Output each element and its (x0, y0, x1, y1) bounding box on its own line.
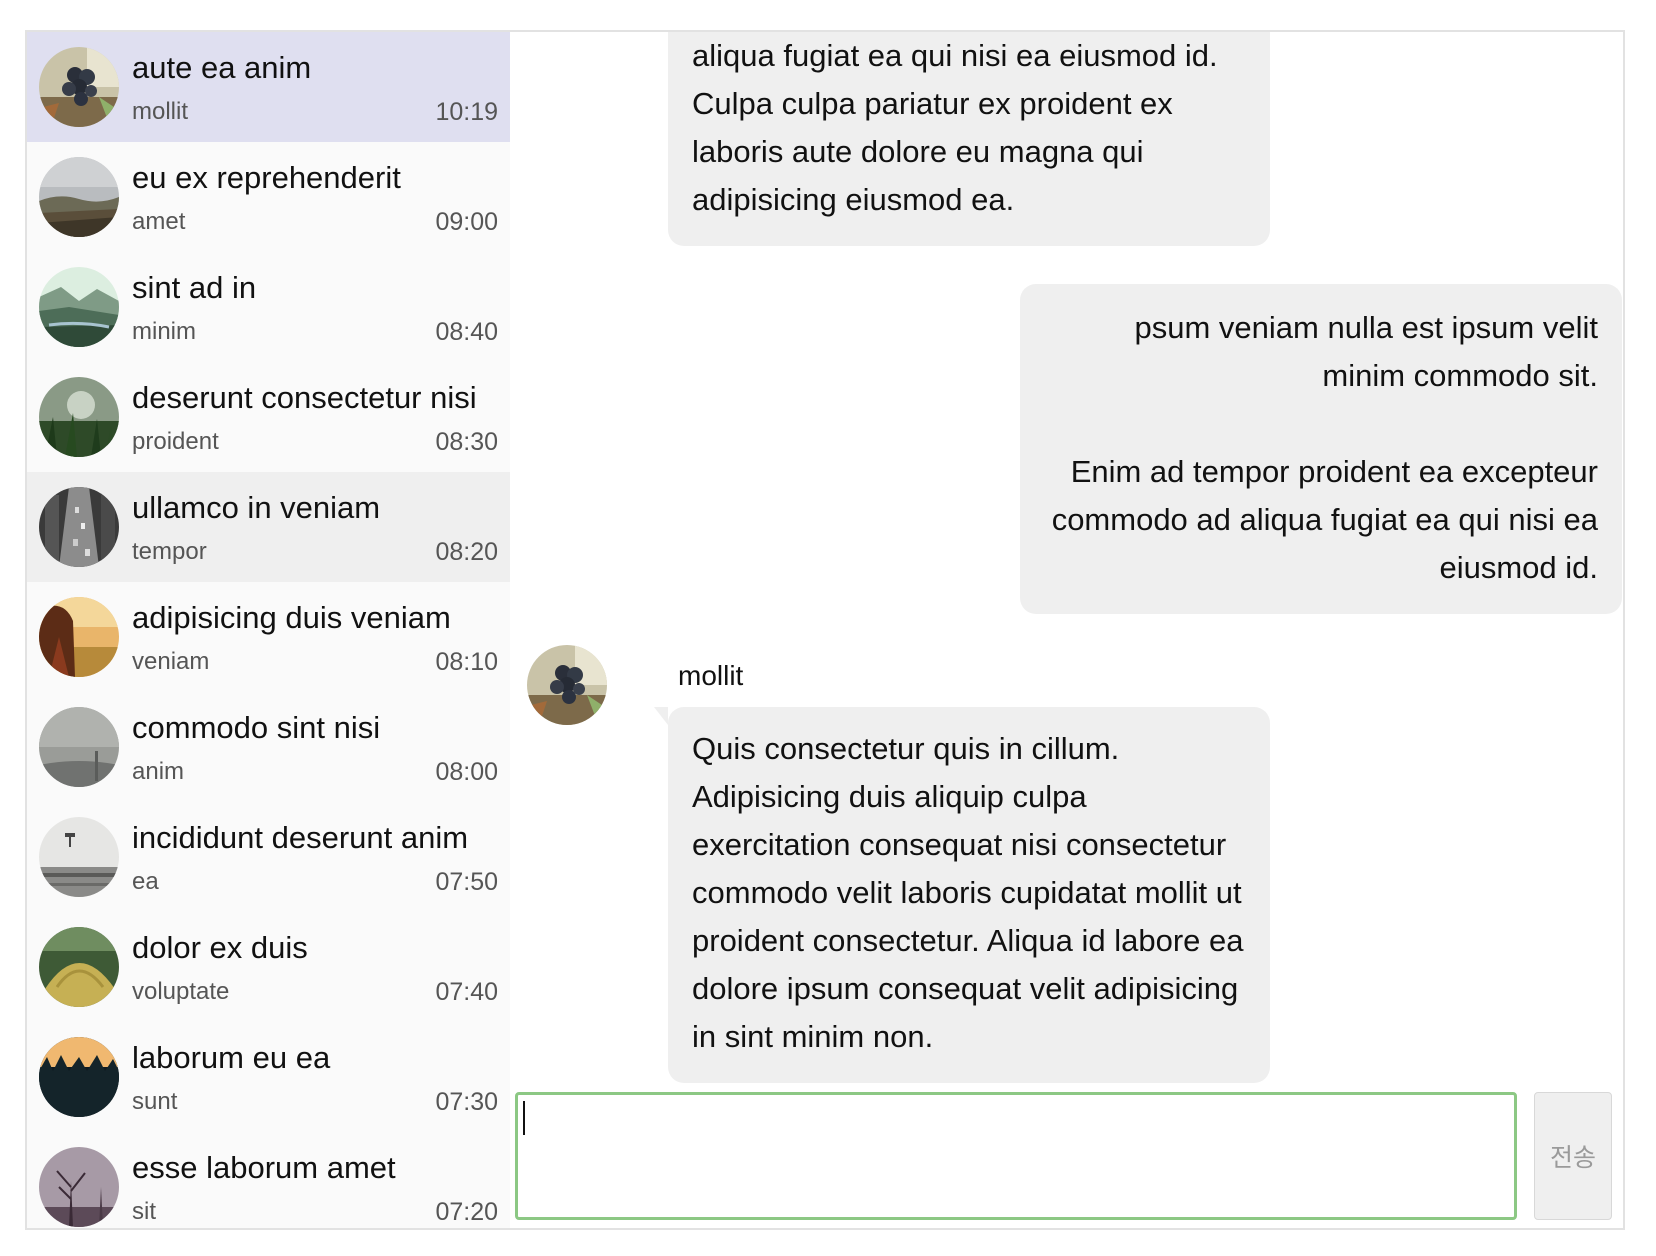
message-thread[interactable]: aliqua fugiat ea qui nisi ea eiusmod id.… (510, 32, 1623, 1228)
field-sky-photo-icon (39, 157, 119, 237)
conversation-preview: voluptate (132, 978, 230, 1005)
message-paragraph: psum veniam nulla est ipsum velit minim … (1134, 310, 1598, 393)
conversation-list[interactable]: aute ea anim mollit 10:19 eu ex reprehen… (27, 32, 510, 1228)
conversation-item[interactable]: incididunt deserunt anim ea 07:50 (27, 802, 510, 912)
conversation-name: laborum eu ea (132, 1040, 331, 1075)
grass-photo-icon (39, 377, 119, 457)
conversation-preview: minim (132, 318, 196, 345)
message-bubble: aliqua fugiat ea qui nisi ea eiusmod id.… (668, 32, 1270, 246)
conversation-name: commodo sint nisi (132, 710, 381, 745)
conversation-name: incididunt deserunt anim (132, 820, 469, 855)
message-input[interactable] (515, 1092, 1517, 1220)
conversation-item[interactable]: aute ea anim mollit 10:19 (27, 32, 510, 142)
conversation-preview: proident (132, 428, 219, 455)
conversation-item[interactable]: laborum eu ea sunt 07:30 (27, 1022, 510, 1132)
conversation-time: 08:40 (435, 318, 498, 346)
conversation-time: 08:00 (435, 758, 498, 786)
wall-photo-icon (39, 817, 119, 897)
conversation-time: 08:20 (435, 538, 498, 566)
conversation-name: eu ex reprehenderit (132, 160, 401, 195)
conversation-preview: amet (132, 208, 186, 235)
conversation-item[interactable]: dolor ex duis voluptate 07:40 (27, 912, 510, 1022)
conversation-item[interactable]: sint ad in minim 08:40 (27, 252, 510, 362)
conversation-preview: ea (132, 868, 159, 895)
conversation-preview: mollit (132, 98, 189, 125)
conversation-time: 08:10 (435, 648, 498, 676)
conversation-time: 10:19 (435, 98, 498, 126)
chat-app-window: aute ea anim mollit 10:19 eu ex reprehen… (25, 30, 1625, 1230)
conversation-time: 08:30 (435, 428, 498, 456)
conversation-item[interactable]: esse laborum amet sit 07:20 (27, 1132, 510, 1228)
grapes-photo-icon[interactable] (527, 645, 607, 725)
conversation-item[interactable]: commodo sint nisi anim 08:00 (27, 692, 510, 802)
sunset-girl-photo-icon (39, 597, 119, 677)
conversation-item[interactable]: ullamco in veniam tempor 08:20 (27, 472, 510, 582)
grapes-photo-icon (39, 47, 119, 127)
message-bubble-own: psum veniam nulla est ipsum velit minim … (1020, 284, 1622, 614)
forest-dusk-photo-icon (39, 1037, 119, 1117)
conversation-name: aute ea anim (132, 50, 312, 85)
conversation-preview: sit (132, 1198, 156, 1225)
conversation-name: esse laborum amet (132, 1150, 396, 1185)
conversation-name: deserunt consectetur nisi (132, 380, 477, 415)
conversation-time: 07:50 (435, 868, 498, 896)
conversation-time: 07:20 (435, 1198, 498, 1226)
message-sender-name: mollit (678, 660, 744, 691)
conversation-name: dolor ex duis (132, 930, 308, 965)
message-bubble: Quis consectetur quis in cillum. Adipisi… (654, 707, 1270, 1083)
send-button[interactable]: 전송 (1534, 1092, 1612, 1220)
conversation-time: 07:40 (435, 978, 498, 1006)
conversation-item[interactable]: eu ex reprehenderit amet 09:00 (27, 142, 510, 252)
conversation-preview: anim (132, 758, 185, 785)
street-photo-icon (39, 487, 119, 567)
haystack-photo-icon (39, 927, 119, 1007)
fog-photo-icon (39, 707, 119, 787)
valley-photo-icon (39, 267, 119, 347)
conversation-name: sint ad in (132, 270, 257, 305)
conversation-preview: sunt (132, 1088, 178, 1115)
conversation-item[interactable]: deserunt consectetur nisi proident 08:30 (27, 362, 510, 472)
conversation-time: 09:00 (435, 208, 498, 236)
message-paragraph: Enim ad tempor proident ea excepteur com… (1051, 454, 1598, 585)
conversation-time: 07:30 (435, 1088, 498, 1116)
conversation-item[interactable]: adipisicing duis veniam veniam 08:10 (27, 582, 510, 692)
trees-photo-icon (39, 1147, 119, 1227)
conversation-preview: veniam (132, 648, 210, 675)
conversation-name: ullamco in veniam (132, 490, 381, 525)
conversation-preview: tempor (132, 538, 207, 565)
text-caret (523, 1101, 525, 1135)
conversation-name: adipisicing duis veniam (132, 600, 451, 635)
